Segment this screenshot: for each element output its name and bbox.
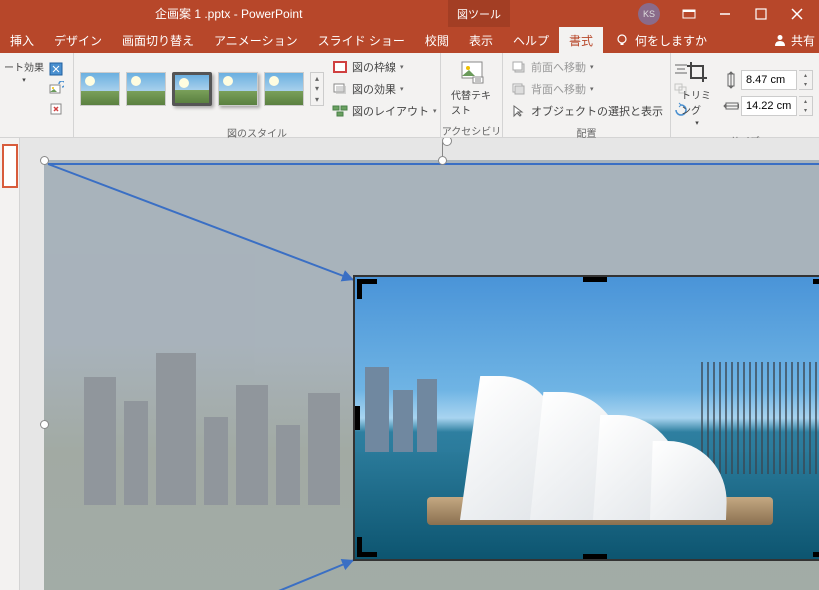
alt-text-icon <box>459 59 485 85</box>
close-icon[interactable] <box>790 7 804 21</box>
picture-effects-button[interactable]: 図の効果▾ <box>330 79 439 99</box>
crop-handle-br[interactable] <box>813 537 819 557</box>
bring-forward-button: 前面へ移動▾ <box>509 57 665 77</box>
crop-handle-tl[interactable] <box>357 279 377 299</box>
window-title: 企画案 1 .pptx - PowerPoint <box>155 5 302 22</box>
selection-icon <box>511 103 527 119</box>
tab-slideshow[interactable]: スライド ショー <box>308 27 415 53</box>
tab-design[interactable]: デザイン <box>44 27 112 53</box>
spin-up[interactable]: ▴ <box>799 97 812 106</box>
contextual-tab-label: 図ツール <box>448 0 510 27</box>
lightbulb-icon <box>615 33 629 47</box>
width-input[interactable]: ▴▾ <box>723 96 813 116</box>
crop-handle-left[interactable] <box>355 406 360 430</box>
crop-region[interactable] <box>355 277 819 559</box>
slide-canvas[interactable] <box>20 138 819 590</box>
style-thumb[interactable] <box>80 72 120 106</box>
gallery-more-button[interactable]: ▴▾▾ <box>310 72 324 106</box>
crop-handle-top[interactable] <box>583 277 607 282</box>
artistic-effects-button[interactable]: ート効果 ▾ <box>4 59 44 84</box>
crop-handle-bottom[interactable] <box>583 554 607 559</box>
change-picture-icon[interactable] <box>48 81 64 97</box>
share-button[interactable]: 共有 <box>773 32 815 49</box>
tell-me-search[interactable]: 何をしますか <box>603 32 707 49</box>
crop-handle-tr[interactable] <box>813 279 819 299</box>
send-backward-icon <box>511 81 527 97</box>
border-icon <box>332 59 348 75</box>
spin-down[interactable]: ▾ <box>799 80 812 89</box>
tab-animations[interactable]: アニメーション <box>204 27 308 53</box>
ribbon: ート効果 ▾ ▴▾▾ 図の枠線▾ 図の効果▾ 図 <box>0 53 819 138</box>
picture-border-button[interactable]: 図の枠線▾ <box>330 57 439 77</box>
ribbon-tabs: 挿入 デザイン 画面切り替え アニメーション スライド ショー 校閲 表示 ヘル… <box>0 27 819 53</box>
slide-thumbnail-panel[interactable] <box>0 138 20 590</box>
picture-layout-button[interactable]: 図のレイアウト▾ <box>330 101 439 121</box>
spin-down[interactable]: ▾ <box>799 106 812 115</box>
width-icon <box>723 98 739 114</box>
bring-forward-icon <box>511 59 527 75</box>
reset-picture-icon[interactable] <box>48 101 64 117</box>
tab-insert[interactable]: 挿入 <box>0 27 44 53</box>
effects-icon <box>332 81 348 97</box>
group-icon <box>673 81 689 97</box>
tab-help[interactable]: ヘルプ <box>503 27 559 53</box>
minimize-icon[interactable] <box>718 7 732 21</box>
height-input[interactable]: ▴▾ <box>723 70 813 90</box>
selection-handle[interactable] <box>40 156 49 165</box>
person-icon <box>773 33 787 47</box>
send-backward-button: 背面へ移動▾ <box>509 79 665 99</box>
style-thumb[interactable] <box>218 72 258 106</box>
spin-up[interactable]: ▴ <box>799 71 812 80</box>
style-thumb[interactable] <box>172 72 212 106</box>
layout-icon <box>332 103 348 119</box>
slide-thumbnail[interactable] <box>2 144 18 188</box>
style-thumb[interactable] <box>126 72 166 106</box>
maximize-icon[interactable] <box>754 7 768 21</box>
tab-transitions[interactable]: 画面切り替え <box>112 27 204 53</box>
picture-styles-gallery[interactable]: ▴▾▾ <box>80 72 324 106</box>
selection-pane-button[interactable]: オブジェクトの選択と表示 <box>509 101 665 121</box>
ribbon-options-icon[interactable] <box>682 7 696 21</box>
user-avatar[interactable]: KS <box>638 3 660 25</box>
tab-view[interactable]: 表示 <box>459 27 503 53</box>
tab-review[interactable]: 校閲 <box>415 27 459 53</box>
rotation-handle[interactable] <box>442 138 452 146</box>
style-thumb[interactable] <box>264 72 304 106</box>
selection-handle[interactable] <box>40 420 49 429</box>
selection-handle[interactable] <box>438 156 447 165</box>
crop-handle-bl[interactable] <box>357 537 377 557</box>
alt-text-button[interactable]: 代替テキスト <box>447 57 496 119</box>
title-bar: 企画案 1 .pptx - PowerPoint 図ツール KS <box>0 0 819 27</box>
compress-picture-icon[interactable] <box>48 61 64 77</box>
tab-format[interactable]: 書式 <box>559 27 603 53</box>
height-icon <box>723 72 739 88</box>
workspace <box>0 138 819 590</box>
